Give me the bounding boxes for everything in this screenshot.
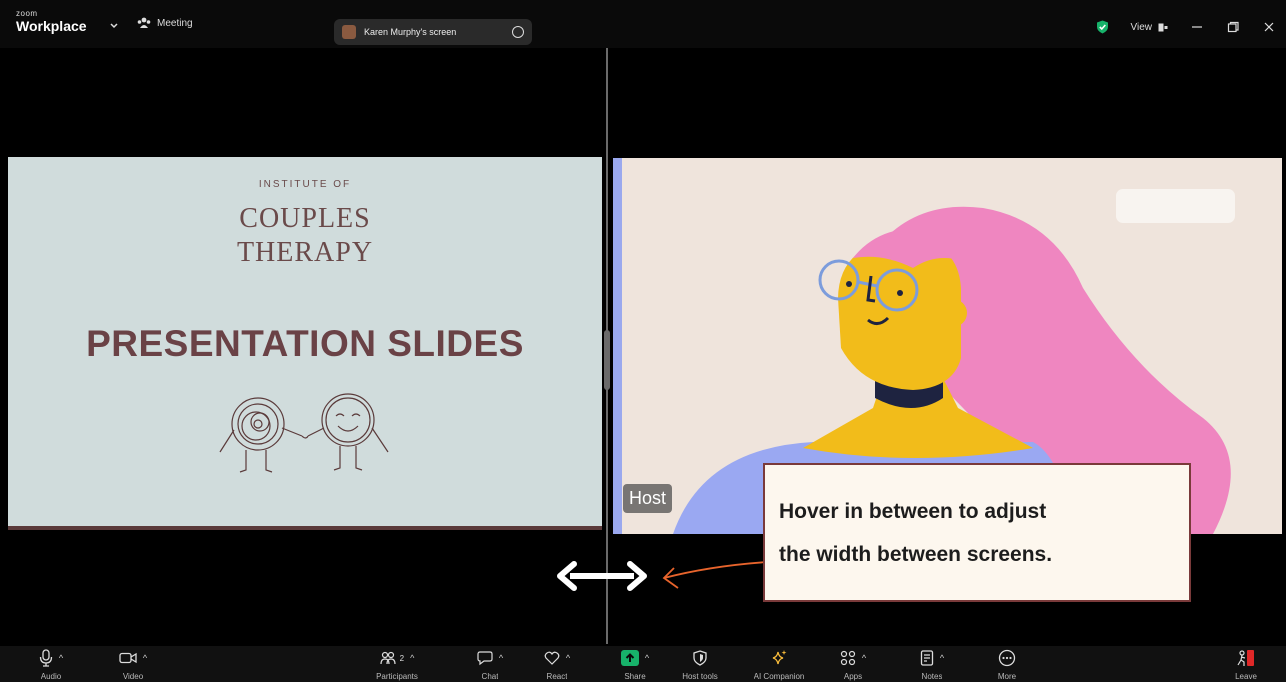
notes-button[interactable]: ^ Notes: [897, 646, 967, 682]
view-button[interactable]: View: [1131, 22, 1169, 33]
shared-screen-slide: INSTITUTE OF COUPLES THERAPY PRESENTATIO…: [8, 157, 602, 530]
host-shield-icon: [693, 650, 707, 666]
callout-line-2: the width between screens.: [779, 543, 1053, 566]
logo-main-text: Workplace: [16, 18, 87, 34]
leave-button[interactable]: Leave: [1211, 646, 1281, 682]
slide-therapy: THERAPY: [236, 237, 374, 268]
leave-door-icon: [1237, 650, 1254, 666]
zoom-logo: zoom Workplace: [16, 9, 87, 34]
host-label: Host: [623, 484, 673, 513]
apps-caret[interactable]: ^: [862, 653, 866, 663]
microphone-icon: [39, 649, 53, 667]
host-tools-label: Host tools: [682, 672, 718, 681]
sharer-avatar: [342, 25, 356, 39]
slide-institute-of: INSTITUTE OF: [258, 179, 352, 190]
video-camera-icon: [119, 652, 137, 664]
react-label: React: [546, 672, 568, 681]
ai-companion-button[interactable]: AI Companion: [744, 646, 814, 682]
notes-caret[interactable]: ^: [940, 653, 944, 663]
slide-title: PRESENTATION SLIDES: [86, 323, 524, 364]
ai-companion-label: AI Companion: [753, 672, 805, 681]
double-arrow-graphic: [557, 561, 647, 591]
close-icon[interactable]: [1262, 20, 1276, 34]
participants-button[interactable]: 2 ^ Participants: [362, 646, 432, 682]
couple-doodle-illustration: [219, 393, 389, 473]
participants-caret[interactable]: ^: [410, 653, 414, 663]
view-icon: [1158, 23, 1168, 31]
video-button[interactable]: ^ Video: [98, 646, 168, 682]
share-caret[interactable]: ^: [645, 653, 649, 663]
logo-small-text: zoom: [16, 9, 38, 18]
more-dots-icon: [998, 649, 1016, 667]
ai-sparkle-icon: [772, 650, 787, 665]
title-bar: zoom Workplace Meeting Karen Murphy's sc…: [0, 0, 1286, 48]
chat-label: Chat: [481, 672, 499, 681]
video-caret[interactable]: ^: [143, 653, 147, 663]
slide-couples: COUPLES: [239, 203, 371, 234]
screen-share-label: Karen Murphy's screen: [364, 27, 457, 37]
apps-icon: [840, 650, 855, 666]
react-caret[interactable]: ^: [566, 653, 570, 663]
chat-caret[interactable]: ^: [499, 653, 503, 663]
chat-button[interactable]: ^ Chat: [455, 646, 525, 682]
annotation-callout: Hover in between to adjust the width bet…: [763, 463, 1191, 602]
chevron-down-icon[interactable]: [108, 20, 120, 30]
audio-button[interactable]: ^ Audio: [16, 646, 86, 682]
options-icon[interactable]: [512, 26, 524, 38]
meeting-info-button[interactable]: Meeting: [137, 17, 193, 29]
audio-caret[interactable]: ^: [59, 653, 63, 663]
restore-icon[interactable]: [1226, 20, 1240, 34]
meeting-label: Meeting: [157, 17, 193, 29]
participants-count: 2: [399, 653, 405, 663]
shield-check-icon[interactable]: [1096, 20, 1109, 34]
screen-share-pill[interactable]: Karen Murphy's screen: [334, 19, 532, 45]
meeting-people-icon: [137, 17, 151, 28]
participants-icon: [380, 651, 396, 665]
divider-drag-handle[interactable]: [604, 330, 610, 390]
callout-line-1: Hover in between to adjust: [779, 500, 1047, 523]
meeting-toolbar: ^ Audio ^ Video 2 ^ Participants ^ Chat …: [0, 646, 1286, 682]
notes-icon: [920, 650, 934, 666]
view-label: View: [1130, 21, 1153, 33]
share-label: Share: [624, 672, 646, 681]
react-button[interactable]: ^ React: [522, 646, 592, 682]
host-tools-button[interactable]: Host tools: [665, 646, 735, 682]
apps-label: Apps: [843, 672, 863, 681]
apps-button[interactable]: ^ Apps: [818, 646, 888, 682]
participants-label: Participants: [376, 672, 418, 681]
leave-label: Leave: [1235, 672, 1257, 681]
notes-label: Notes: [921, 672, 943, 681]
minimize-icon[interactable]: [1190, 20, 1204, 34]
share-arrow-icon: [620, 650, 639, 666]
react-heart-icon: [544, 651, 560, 665]
video-label: Video: [122, 672, 144, 681]
audio-label: Audio: [40, 672, 62, 681]
pointer-arrow-graphic: [662, 561, 768, 589]
chat-icon: [477, 651, 493, 666]
more-button[interactable]: More: [972, 646, 1042, 682]
more-label: More: [997, 672, 1017, 681]
titlebar-right-controls: View: [1096, 20, 1277, 34]
share-button[interactable]: ^ Share: [600, 646, 670, 682]
